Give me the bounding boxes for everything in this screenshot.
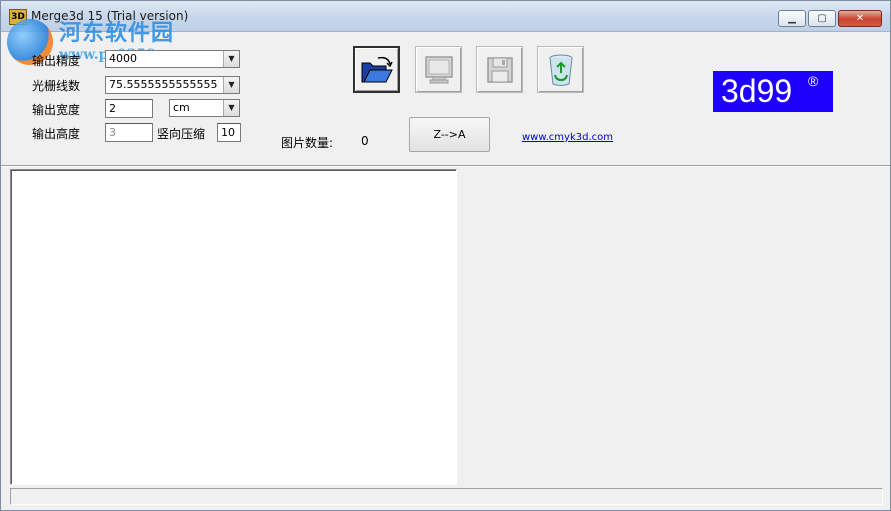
preview-button[interactable] — [415, 46, 462, 93]
output-precision-value: 4000 — [109, 52, 137, 65]
chevron-down-icon[interactable]: ▼ — [223, 100, 239, 116]
window-controls: ▁ ▢ ✕ — [778, 10, 882, 27]
output-width-input[interactable]: 2 — [105, 99, 153, 118]
brand-logo: 3d99 ® — [713, 71, 833, 112]
output-height-label: 输出高度 — [32, 127, 81, 141]
save-button[interactable] — [476, 46, 523, 93]
sort-button[interactable]: Z-->A — [409, 117, 490, 152]
image-count-value: 0 — [361, 134, 369, 148]
output-height-input[interactable]: 3 — [105, 123, 153, 142]
raster-lines-combo[interactable]: 75.5555555555555 ▼ — [105, 76, 240, 94]
merge3d-app-icon[interactable]: 3D — [9, 9, 27, 25]
chevron-down-icon[interactable]: ▼ — [223, 77, 239, 93]
preview-pane[interactable] — [459, 169, 883, 485]
website-link[interactable]: www.cmyk3d.com — [522, 132, 613, 143]
brand-name: 3d99 — [721, 73, 793, 109]
open-button[interactable] — [353, 46, 400, 93]
output-width-label: 输出宽度 — [32, 103, 81, 117]
unit-select[interactable]: cm ▼ — [169, 99, 240, 117]
vertical-compress-input[interactable]: 10 — [217, 123, 241, 142]
raster-lines-value: 75.5555555555555 — [109, 78, 218, 91]
title-bar[interactable]: 3D Merge3d 15 (Trial version) ▁ ▢ ✕ — [1, 1, 890, 32]
monitor-icon — [424, 55, 453, 83]
chevron-down-icon[interactable]: ▼ — [223, 51, 239, 67]
registered-mark: ® — [808, 73, 819, 89]
status-bar — [10, 488, 883, 505]
toolbar-divider — [1, 165, 890, 167]
floppy-save-icon — [486, 56, 513, 83]
close-button[interactable]: ✕ — [838, 10, 882, 27]
output-precision-label: 输出精度 — [32, 54, 81, 68]
image-list-pane[interactable] — [10, 169, 457, 485]
open-folder-icon — [361, 56, 393, 82]
unit-value: cm — [173, 101, 190, 114]
app-window: 3D Merge3d 15 (Trial version) ▁ ▢ ✕ 河东软件… — [0, 0, 891, 511]
image-count-label: 图片数量: — [281, 136, 334, 150]
settings-toolbar: 输出精度 4000 ▼ 光栅线数 75.5555555555555 ▼ 输出宽度… — [1, 32, 890, 165]
clear-button[interactable] — [537, 46, 584, 93]
raster-lines-label: 光栅线数 — [32, 79, 81, 93]
window-title: Merge3d 15 (Trial version) — [31, 9, 189, 23]
minimize-button[interactable]: ▁ — [778, 10, 806, 27]
output-precision-combo[interactable]: 4000 ▼ — [105, 50, 240, 68]
recycle-bin-icon — [549, 54, 572, 86]
maximize-button[interactable]: ▢ — [808, 10, 836, 27]
vertical-compress-label: 竖向压缩 — [157, 127, 206, 141]
